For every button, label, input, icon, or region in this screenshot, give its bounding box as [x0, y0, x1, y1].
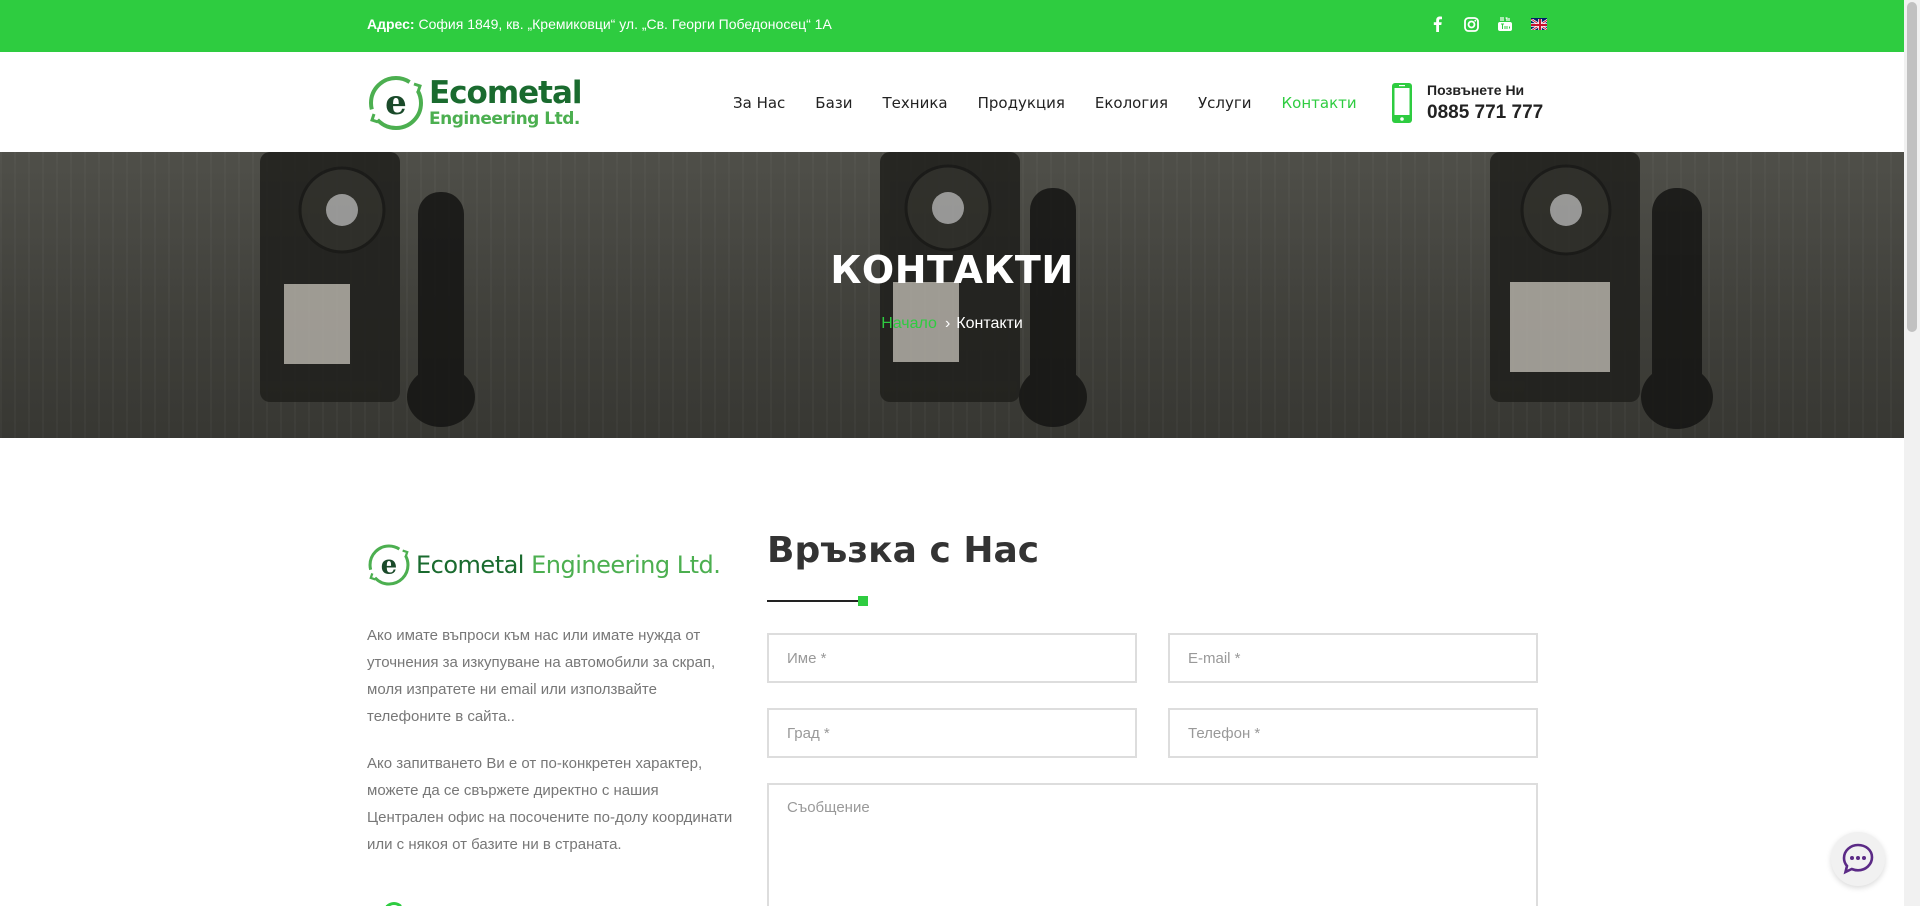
nav-products[interactable]: Продукция	[978, 94, 1065, 112]
message-field[interactable]: Съобщение	[767, 783, 1538, 906]
brand-name: Ecometal	[416, 551, 524, 579]
site-logo[interactable]: e Ecometal Engineering Ltd.	[367, 72, 583, 134]
logo-e-icon: e	[367, 543, 411, 587]
instagram-icon[interactable]	[1463, 16, 1479, 32]
logo-name: Ecometal	[429, 75, 583, 111]
mobile-phone-icon	[1391, 82, 1413, 124]
nav-equipment[interactable]: Техника	[883, 94, 948, 112]
svg-text:e: e	[385, 83, 407, 123]
main-header: e Ecometal Engineering Ltd. За Нас Бази …	[0, 52, 1904, 152]
nav-ecology[interactable]: Екология	[1095, 94, 1168, 112]
page-scrollbar[interactable]	[1904, 0, 1920, 906]
english-flag-icon[interactable]	[1531, 16, 1547, 32]
top-info-bar: Адрес: София 1849, кв. „Кремиковци“ ул. …	[0, 0, 1904, 52]
facebook-icon[interactable]	[1429, 16, 1445, 32]
social-links	[1429, 16, 1547, 32]
contact-form: Връзка с Нас Име * E-mail * Град * Телеф…	[767, 530, 1538, 906]
nav-services[interactable]: Услуги	[1198, 94, 1251, 112]
form-title: Връзка с Нас	[767, 530, 1040, 571]
breadcrumb: Начало › Контакти	[0, 315, 1904, 333]
nav-about[interactable]: За Нас	[733, 94, 785, 112]
email-field[interactable]: E-mail *	[1168, 633, 1538, 683]
chat-bubble-icon	[1842, 843, 1874, 875]
breadcrumb-current: Контакти	[956, 315, 1023, 332]
call-number[interactable]: 0885 771 777	[1427, 102, 1543, 124]
page-title: КОНТАКТИ	[830, 248, 1074, 292]
location-icon	[383, 902, 405, 906]
scrollbar-thumb[interactable]	[1907, 2, 1917, 332]
call-us-box[interactable]: Позвънете Ни 0885 771 777	[1391, 82, 1543, 124]
name-field[interactable]: Име *	[767, 633, 1137, 683]
phone-field[interactable]: Телефон *	[1168, 708, 1538, 758]
main-nav: За Нас Бази Техника Продукция Екология У…	[733, 94, 1357, 112]
youtube-icon[interactable]	[1497, 16, 1513, 32]
city-field[interactable]: Град *	[767, 708, 1137, 758]
contact-info-column: e Ecometal Engineering Ltd. Ако имате въ…	[367, 540, 739, 906]
nav-bases[interactable]: Бази	[815, 94, 852, 112]
breadcrumb-chevron-icon: ›	[944, 315, 951, 332]
brand-subname: Engineering Ltd.	[531, 551, 721, 579]
nav-contacts[interactable]: Контакти	[1282, 94, 1357, 112]
address-label: Адрес:	[367, 16, 415, 32]
svg-text:e: e	[381, 550, 397, 580]
intro-paragraph: Ако имате въпроси към нас или имате нужд…	[367, 627, 716, 725]
breadcrumb-home-link[interactable]: Начало	[881, 315, 937, 332]
call-label: Позвънете Ни	[1427, 82, 1525, 98]
office-paragraph: Ако запитването Ви е от по-конкретен хар…	[367, 755, 733, 853]
company-logo-wide: e Ecometal Engineering Ltd.	[367, 540, 739, 590]
chat-widget-button[interactable]	[1831, 832, 1885, 886]
payphones-background-image	[260, 152, 1713, 429]
logo-subname: Engineering Ltd.	[429, 109, 580, 129]
title-underline	[767, 595, 868, 607]
logo-e-icon: e	[367, 74, 425, 132]
page-hero-banner: КОНТАКТИ Начало › Контакти	[0, 152, 1904, 438]
address-line: Адрес: София 1849, кв. „Кремиковци“ ул. …	[367, 16, 832, 32]
address-value: София 1849, кв. „Кремиковци“ ул. „Св. Ге…	[418, 16, 832, 32]
